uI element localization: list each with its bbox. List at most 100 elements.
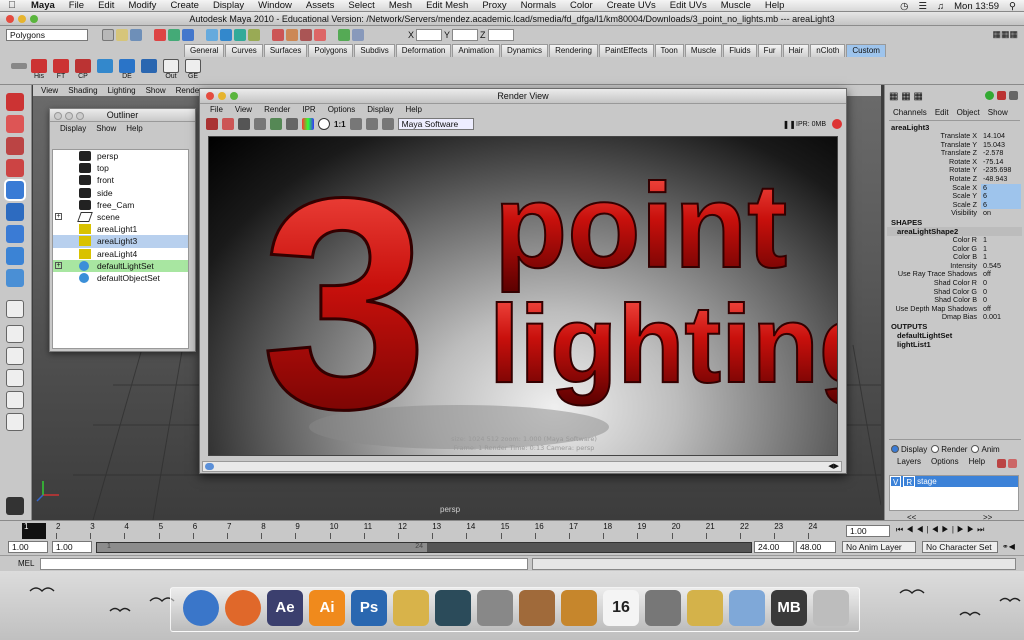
- output-node[interactable]: lightList1: [885, 340, 1024, 349]
- layout-persp-outliner-icon[interactable]: [6, 369, 24, 387]
- shelf-menu-icon[interactable]: [8, 59, 30, 83]
- tool-settings-icon[interactable]: [997, 91, 1006, 100]
- outliner-item[interactable]: defaultObjectSet: [53, 272, 188, 284]
- viewport-menu-show[interactable]: Show: [146, 85, 166, 96]
- redo-render-icon[interactable]: [206, 118, 218, 130]
- anim-layer-dropdown[interactable]: No Anim Layer: [842, 541, 916, 553]
- channel-value[interactable]: 6: [981, 192, 1021, 201]
- channel-menu-edit[interactable]: Edit: [935, 107, 949, 118]
- move-tool-icon[interactable]: [6, 159, 24, 177]
- outliner-item[interactable]: + scene: [53, 211, 188, 223]
- zoom-render-view-icon[interactable]: [230, 92, 238, 100]
- maya-icon[interactable]: [435, 590, 471, 626]
- time-machine-icon[interactable]: ◷: [900, 1, 908, 12]
- menu-assets[interactable]: Assets: [299, 0, 342, 11]
- channel-value[interactable]: 6: [981, 183, 1021, 193]
- shelf-tab-deformation[interactable]: Deformation: [395, 44, 452, 57]
- remove-image-icon[interactable]: [286, 118, 298, 130]
- menu-edit-mesh[interactable]: Edit Mesh: [419, 0, 475, 11]
- scroll-arrows-icon[interactable]: ◀▶: [828, 462, 839, 470]
- shelf-btn-center-pivot[interactable]: CP: [72, 59, 94, 83]
- shelf-tab-polygons[interactable]: Polygons: [308, 44, 354, 57]
- menu-display[interactable]: Display: [206, 0, 251, 11]
- menu-maya[interactable]: Maya: [24, 0, 62, 11]
- channel-box-layout-icons[interactable]: ▦ ▦ ▦: [889, 91, 923, 102]
- minimize-window-icon[interactable]: [18, 15, 26, 23]
- outliner-item[interactable]: front: [53, 174, 188, 186]
- viewport-menu-lighting[interactable]: Lighting: [108, 85, 136, 96]
- save-scene-icon[interactable]: [130, 29, 142, 41]
- channel-value[interactable]: 1: [981, 244, 1021, 254]
- zoom-outliner-icon[interactable]: [76, 112, 84, 120]
- menu-edit[interactable]: Edit: [91, 0, 121, 11]
- outliner-item[interactable]: areaLight1: [53, 223, 188, 235]
- channel-box-icon[interactable]: [1009, 91, 1018, 100]
- ipr-icon[interactable]: [222, 118, 234, 130]
- layout-four-icon[interactable]: [6, 325, 24, 343]
- shelf-tab-fluids[interactable]: Fluids: [723, 44, 757, 57]
- minimize-render-view-icon[interactable]: [218, 92, 226, 100]
- snap-grid-icon[interactable]: [206, 29, 218, 41]
- layer-row-stage[interactable]: V R stage: [890, 476, 1018, 487]
- render-menu-file[interactable]: File: [210, 104, 223, 115]
- channel-value[interactable]: 0.001: [981, 313, 1021, 322]
- outliner-menu-help[interactable]: Help: [126, 123, 142, 135]
- viewport-menu-view[interactable]: View: [41, 85, 58, 96]
- select-tool-icon[interactable]: [6, 93, 24, 111]
- finder-icon[interactable]: [183, 590, 219, 626]
- menu-modify[interactable]: Modify: [121, 0, 163, 11]
- shelf-btn-delete-edge[interactable]: DE: [116, 59, 138, 83]
- rgb-channels-icon[interactable]: [302, 118, 314, 130]
- auto-key-icon[interactable]: ⚭◀: [1002, 542, 1015, 551]
- ical-icon[interactable]: 16: [603, 590, 639, 626]
- outliner-item[interactable]: + defaultLightSet: [53, 259, 188, 272]
- system-prefs-icon[interactable]: [645, 590, 681, 626]
- options-icon[interactable]: [365, 118, 378, 130]
- x-field[interactable]: [416, 29, 443, 41]
- outliner-item[interactable]: areaLight3: [53, 235, 188, 248]
- time-slider[interactable]: 2 3 4 5 6 7 8 9 10 11 12 13 14 15 16 17 18 19 20 21 22 23 24 1…: [0, 520, 1024, 540]
- character-set-dropdown[interactable]: No Character Set: [922, 541, 998, 553]
- shelf-tab-surfaces[interactable]: Surfaces: [263, 44, 308, 57]
- spotlight-icon[interactable]: ⚲: [1009, 1, 1016, 12]
- shelf-btn-history[interactable]: His: [28, 59, 50, 83]
- menu-normals[interactable]: Normals: [514, 0, 563, 11]
- keychain-icon[interactable]: [687, 590, 723, 626]
- menu-help[interactable]: Help: [758, 0, 792, 11]
- outliner-menu-show[interactable]: Show: [96, 123, 116, 135]
- render-menu-ipr[interactable]: IPR: [302, 104, 315, 115]
- render-view-scrollbar[interactable]: ◀▶: [202, 461, 842, 472]
- menu-window[interactable]: Window: [251, 0, 299, 11]
- stop-render-icon[interactable]: [832, 119, 842, 129]
- maya-file-icon[interactable]: MB: [771, 590, 807, 626]
- shelf-tab-curves[interactable]: Curves: [225, 44, 263, 57]
- photoshop-icon[interactable]: Ps: [351, 590, 387, 626]
- renderer-dropdown[interactable]: Maya Software: [397, 118, 474, 130]
- layer-menu-layers[interactable]: Layers: [897, 456, 921, 467]
- radio-icon[interactable]: [891, 445, 899, 453]
- render-menu-help[interactable]: Help: [406, 104, 422, 115]
- anim-end-field[interactable]: 48.00: [796, 541, 836, 553]
- shelf-tab-muscle[interactable]: Muscle: [684, 44, 723, 57]
- pause-icon[interactable]: ❚❚: [783, 120, 796, 129]
- outliner-item[interactable]: persp: [53, 150, 188, 162]
- image-capture-icon[interactable]: [477, 590, 513, 626]
- shelf-tab-fur[interactable]: Fur: [757, 44, 782, 57]
- scale-tool-icon[interactable]: [6, 203, 24, 221]
- layer-menu-options[interactable]: Options: [931, 456, 959, 467]
- minimize-outliner-icon[interactable]: [65, 112, 73, 120]
- shelf-tab-animation[interactable]: Animation: [452, 44, 500, 57]
- playback-controls[interactable]: ⏮◀◀|◀▶|▶▶⏭: [896, 525, 987, 535]
- channel-menu-show[interactable]: Show: [988, 107, 1008, 118]
- layer-reference-toggle[interactable]: R: [903, 476, 916, 487]
- expand-icon[interactable]: +: [55, 261, 62, 269]
- channel-label[interactable]: Dmap Bias: [885, 313, 981, 322]
- soft-mod-tool-icon[interactable]: [6, 247, 24, 265]
- range-bar[interactable]: 1 24: [96, 542, 752, 553]
- layer-menu-help[interactable]: Help: [969, 456, 985, 467]
- snap-curve-icon[interactable]: [220, 29, 232, 41]
- apple-menu-icon[interactable]: : [0, 0, 24, 11]
- shelf-tab-general[interactable]: General: [184, 44, 225, 57]
- playback-end-field[interactable]: 24.00: [754, 541, 794, 553]
- command-input[interactable]: [40, 558, 528, 570]
